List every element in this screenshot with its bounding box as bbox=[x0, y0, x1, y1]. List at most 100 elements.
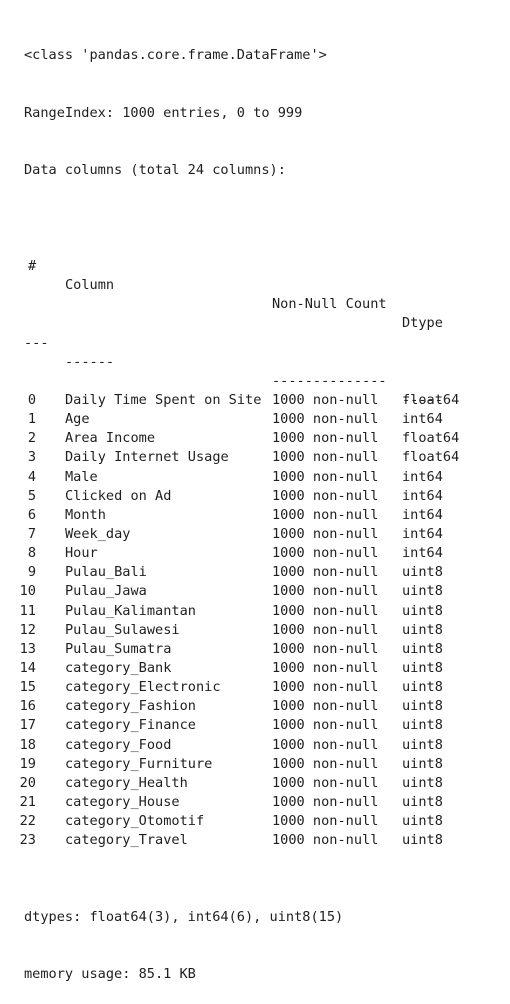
row-index: 10 bbox=[19, 583, 36, 600]
table-body: 0 Daily Time Spent on Site 1000 non-null fl… bbox=[20, 391, 460, 850]
row-non-null-count: 1000 non-null bbox=[272, 430, 379, 447]
row-non-null-count: 1000 non-null bbox=[272, 755, 379, 772]
table-row: 18 category_Food 1000 non-null uint8 bbox=[20, 736, 443, 755]
table-row: 23 category_Travel 1000 non-null uint8 bbox=[20, 831, 443, 850]
table-row: 14 category_Bank 1000 non-null uint8 bbox=[20, 659, 443, 678]
table-row: 2 Area Income 1000 non-null float64 bbox=[24, 429, 459, 448]
table-row: 17 category_Finance 1000 non-null uint8 bbox=[20, 716, 443, 735]
table-row: 15 category_Electronic 1000 non-null uint8 bbox=[20, 678, 443, 697]
range-index-line: RangeIndex: 1000 entries, 0 to 999 bbox=[24, 104, 303, 121]
row-dtype: uint8 bbox=[402, 660, 443, 677]
row-column-name: Age bbox=[65, 411, 90, 428]
row-column-name: category_Electronic bbox=[65, 679, 221, 696]
memory-usage-line: memory usage: 85.1 KB bbox=[24, 966, 196, 983]
table-row: 16 category_Fashion 1000 non-null uint8 bbox=[20, 697, 443, 716]
header-dtype: Dtype bbox=[402, 315, 443, 332]
row-non-null-count: 1000 non-null bbox=[272, 392, 379, 409]
row-index: 13 bbox=[19, 640, 36, 657]
row-non-null-count: 1000 non-null bbox=[272, 640, 379, 657]
row-index: 9 bbox=[27, 564, 36, 581]
table-row: 1 Age 1000 non-null int64 bbox=[24, 410, 443, 429]
row-index: 5 bbox=[27, 487, 36, 504]
row-dtype: uint8 bbox=[402, 832, 443, 849]
row-dtype: float64 bbox=[402, 449, 460, 466]
row-dtype: uint8 bbox=[402, 583, 443, 600]
row-non-null-count: 1000 non-null bbox=[272, 736, 379, 753]
row-column-name: Week_day bbox=[65, 526, 131, 543]
row-index: 2 bbox=[27, 430, 36, 447]
header-non-null: Non-Null Count bbox=[272, 296, 387, 313]
row-column-name: category_Furniture bbox=[65, 755, 213, 772]
row-non-null-count: 1000 non-null bbox=[272, 679, 379, 696]
table-row: 21 category_House 1000 non-null uint8 bbox=[20, 793, 443, 812]
row-non-null-count: 1000 non-null bbox=[272, 468, 379, 485]
row-non-null-count: 1000 non-null bbox=[272, 526, 379, 543]
row-non-null-count: 1000 non-null bbox=[272, 794, 379, 810]
table-row: 10 Pulau_Jawa 1000 non-null uint8 bbox=[20, 582, 443, 601]
row-column-name: Daily Internet Usage bbox=[65, 449, 229, 466]
table-row: 9 Pulau_Bali 1000 non-null uint8 bbox=[24, 563, 443, 582]
row-column-name: Pulau_Kalimantan bbox=[65, 602, 196, 619]
row-non-null-count: 1000 non-null bbox=[272, 698, 379, 715]
row-non-null-count: 1000 non-null bbox=[272, 602, 379, 619]
row-dtype: uint8 bbox=[402, 602, 443, 619]
table-header-row: # Column Non-Null Count Dtype bbox=[24, 238, 443, 331]
row-dtype: int64 bbox=[402, 526, 443, 543]
row-non-null-count: 1000 non-null bbox=[272, 813, 379, 830]
row-column-name: category_Food bbox=[65, 736, 172, 753]
row-dtype: float64 bbox=[402, 392, 460, 409]
row-index: 4 bbox=[27, 468, 36, 485]
row-non-null-count: 1000 non-null bbox=[272, 717, 379, 734]
table-row: 0 Daily Time Spent on Site 1000 non-null fl… bbox=[24, 391, 459, 410]
table-row: 4 Male 1000 non-null int64 bbox=[24, 468, 443, 487]
table-row: 12 Pulau_Sulawesi 1000 non-null uint8 bbox=[20, 621, 443, 640]
row-index: 20 bbox=[19, 774, 36, 791]
row-index: 0 bbox=[27, 392, 36, 409]
table-row: 20 category_Health 1000 non-null uint8 bbox=[20, 774, 443, 793]
row-non-null-count: 1000 non-null bbox=[272, 449, 379, 466]
row-column-name: Hour bbox=[65, 545, 98, 562]
table-row: 11 Pulau_Kalimantan 1000 non-null uint8 bbox=[20, 602, 443, 621]
row-non-null-count: 1000 non-null bbox=[272, 621, 379, 638]
row-index: 19 bbox=[19, 755, 36, 772]
header-index: # bbox=[28, 257, 37, 274]
row-column-name: Clicked on Ad bbox=[65, 487, 172, 504]
row-dtype: int64 bbox=[402, 468, 443, 485]
row-non-null-count: 1000 non-null bbox=[272, 564, 379, 581]
table-row: 19 category_Furniture 1000 non-null uint8 bbox=[20, 755, 443, 774]
dataframe-info-output: <class 'pandas.core.frame.DataFrame'> Ra… bbox=[20, 8, 460, 1004]
row-index: 18 bbox=[19, 736, 36, 753]
row-dtype: float64 bbox=[402, 430, 460, 447]
separator-column: ------ bbox=[65, 353, 115, 370]
dtypes-summary-line: dtypes: float64(3), int64(6), uint8(15) bbox=[24, 908, 344, 925]
table-row: 3 Daily Internet Usage 1000 non-null float6… bbox=[24, 448, 459, 467]
row-index: 3 bbox=[27, 449, 36, 466]
table-row: 8 Hour 1000 non-null int64 bbox=[24, 544, 443, 563]
row-index: 21 bbox=[19, 794, 36, 810]
separator-index: --- bbox=[24, 334, 49, 351]
row-column-name: Pulau_Sulawesi bbox=[65, 621, 180, 638]
columns-summary-line: Data columns (total 24 columns): bbox=[24, 162, 286, 179]
row-index: 17 bbox=[19, 717, 36, 734]
row-index: 8 bbox=[27, 545, 36, 562]
row-dtype: uint8 bbox=[402, 736, 443, 753]
row-column-name: category_Health bbox=[65, 774, 188, 791]
table-row: 5 Clicked on Ad 1000 non-null int64 bbox=[24, 487, 443, 506]
separator-non-null: -------------- bbox=[272, 372, 387, 389]
row-column-name: category_House bbox=[65, 794, 180, 810]
row-dtype: uint8 bbox=[402, 755, 443, 772]
table-separator-row: --- ------ -------------- ----- bbox=[24, 314, 443, 408]
row-dtype: uint8 bbox=[402, 564, 443, 581]
row-column-name: Male bbox=[65, 468, 98, 485]
row-index: 12 bbox=[19, 621, 36, 638]
row-non-null-count: 1000 non-null bbox=[272, 832, 379, 849]
row-non-null-count: 1000 non-null bbox=[272, 545, 379, 562]
row-dtype: uint8 bbox=[402, 698, 443, 715]
row-index: 23 bbox=[19, 832, 36, 849]
row-dtype: uint8 bbox=[402, 774, 443, 791]
row-index: 11 bbox=[19, 602, 36, 619]
row-non-null-count: 1000 non-null bbox=[272, 774, 379, 791]
row-dtype: uint8 bbox=[402, 621, 443, 638]
row-non-null-count: 1000 non-null bbox=[272, 487, 379, 504]
row-column-name: Pulau_Bali bbox=[65, 564, 147, 581]
